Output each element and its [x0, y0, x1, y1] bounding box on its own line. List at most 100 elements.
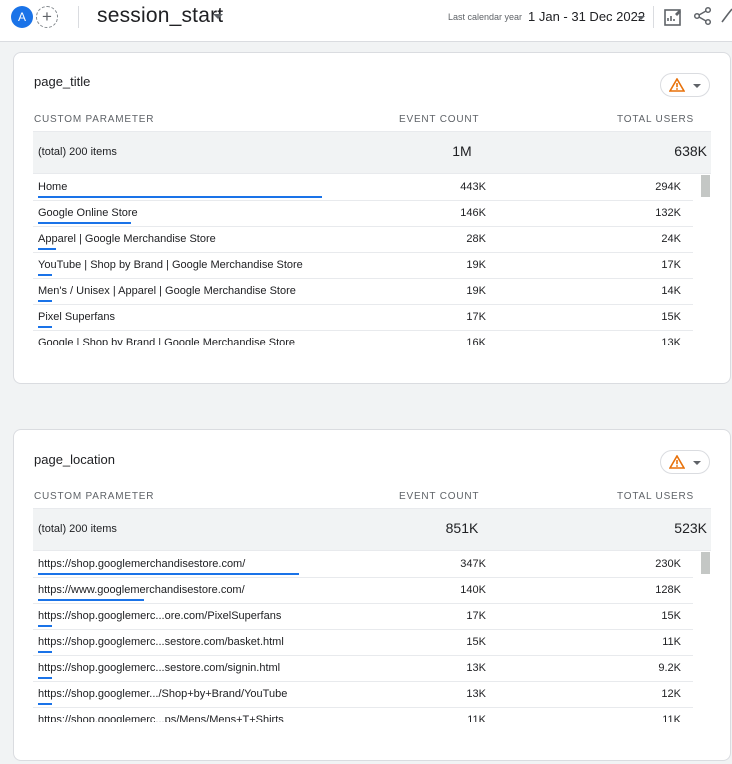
column-header-parameter[interactable]: CUSTOM PARAMETER [34, 114, 154, 125]
table-row[interactable]: https://shop.googlemerc...ps/Mens/Mens+T… [33, 708, 693, 722]
card-title: page_title [34, 74, 91, 89]
chevron-down-icon [693, 84, 701, 88]
row-event-count: 19K [466, 259, 486, 271]
row-label: Apparel | Google Merchandise Store [38, 233, 216, 245]
total-label: (total) 200 items [38, 146, 117, 158]
row-share-bar [38, 677, 52, 679]
row-share-bar [38, 703, 52, 705]
row-total-users: 9.2K [658, 662, 681, 674]
row-event-count: 13K [466, 662, 486, 674]
row-label: https://shop.googlemer.../Shop+by+Brand/… [38, 688, 288, 700]
page-title-card: page_title CUSTOM PARAMETER EVENT COUNT … [13, 52, 731, 384]
event-name-title[interactable]: session_start [97, 4, 223, 28]
row-share-bar [38, 573, 299, 575]
total-event-count: 851K [445, 520, 479, 536]
add-comparison-button[interactable]: + [36, 6, 58, 28]
report-header-bar: A + session_start Last calendar year 1 J… [0, 0, 732, 42]
row-event-count: 13K [466, 688, 486, 700]
date-range-selector[interactable]: 1 Jan - 31 Dec 2022 [528, 9, 645, 24]
column-header-total-users[interactable]: TOTAL USERS [617, 491, 694, 502]
row-label: Men's / Unisex | Apparel | Google Mercha… [38, 285, 296, 297]
warning-icon [669, 455, 685, 469]
column-header-total-users[interactable]: TOTAL USERS [617, 114, 694, 125]
row-total-users: 17K [661, 259, 681, 271]
warning-icon [669, 78, 685, 92]
row-event-count: 16K [466, 337, 486, 345]
scrollbar-thumb[interactable] [701, 552, 710, 574]
total-label: (total) 200 items [38, 523, 117, 535]
row-event-count: 11K [467, 714, 486, 722]
row-event-count: 146K [460, 207, 486, 219]
row-total-users: 13K [661, 337, 681, 345]
row-total-users: 15K [661, 610, 681, 622]
page-location-card: page_location CUSTOM PARAMETER EVENT COU… [13, 429, 731, 761]
date-range-caption[interactable]: Last calendar year [448, 12, 522, 22]
scrollbar-thumb[interactable] [701, 175, 710, 197]
table-row[interactable]: https://shop.googlemerc...ore.com/PixelS… [33, 604, 693, 630]
row-event-count: 19K [466, 285, 486, 297]
insights-icon[interactable] [720, 6, 732, 26]
table-scrollbar[interactable] [701, 175, 710, 345]
table-row[interactable]: https://shop.googlemerc...sestore.com/si… [33, 656, 693, 682]
row-total-users: 12K [661, 688, 681, 700]
column-header-parameter[interactable]: CUSTOM PARAMETER [34, 491, 154, 502]
row-label: https://shop.googlemerc...ps/Mens/Mens+T… [38, 714, 284, 722]
row-event-count: 347K [460, 558, 486, 570]
column-header-event-count[interactable]: EVENT COUNT [399, 491, 479, 502]
row-label: Pixel Superfans [38, 311, 116, 323]
row-total-users: 128K [655, 584, 681, 596]
row-event-count: 140K [460, 584, 486, 596]
row-event-count: 15K [466, 636, 486, 648]
table-row[interactable]: Home 443K 294K [33, 175, 693, 201]
table-row[interactable]: Google Online Store 146K 132K [33, 201, 693, 227]
date-dropdown-caret-icon[interactable] [637, 16, 645, 20]
row-label: https://shop.googlemerc...ore.com/PixelS… [38, 610, 282, 622]
table-header: CUSTOM PARAMETER EVENT COUNT TOTAL USERS [34, 114, 694, 126]
table-row[interactable]: https://shop.googlemerc...sestore.com/ba… [33, 630, 693, 656]
column-header-event-count[interactable]: EVENT COUNT [399, 114, 479, 125]
totals-row: (total) 200 items 1M 638K [33, 131, 711, 174]
table-body[interactable]: Home 443K 294K Google Online Store 146K … [33, 175, 693, 345]
row-event-count: 28K [466, 233, 486, 245]
row-total-users: 132K [655, 207, 681, 219]
data-quality-button[interactable] [660, 450, 710, 474]
row-total-users: 230K [655, 558, 681, 570]
row-share-bar [38, 274, 52, 276]
row-total-users: 15K [661, 311, 681, 323]
totals-row: (total) 200 items 851K 523K [33, 508, 711, 551]
row-event-count: 17K [466, 311, 486, 323]
table-row[interactable]: https://www.googlemerchandisestore.com/ … [33, 578, 693, 604]
table-row[interactable]: https://shop.googlemer.../Shop+by+Brand/… [33, 682, 693, 708]
row-share-bar [38, 625, 52, 627]
row-label: https://shop.googlemerchandisestore.com/ [38, 558, 246, 570]
event-dropdown-caret-icon[interactable] [213, 14, 223, 19]
row-event-count: 443K [460, 181, 486, 193]
row-total-users: 14K [661, 285, 681, 297]
row-label: https://shop.googlemerc...sestore.com/si… [38, 662, 281, 674]
row-label: YouTube | Shop by Brand | Google Merchan… [38, 259, 303, 271]
row-share-bar [38, 196, 322, 198]
row-label: https://shop.googlemerc...sestore.com/ba… [38, 636, 284, 648]
header-divider [78, 6, 79, 28]
chevron-down-icon [693, 461, 701, 465]
table-row[interactable]: https://shop.googlemerchandisestore.com/… [33, 552, 693, 578]
table-scrollbar[interactable] [701, 552, 710, 722]
row-label: Google Online Store [38, 207, 138, 219]
row-label: https://www.googlemerchandisestore.com/ [38, 584, 245, 596]
edit-chart-icon[interactable] [663, 7, 683, 27]
table-row[interactable]: Google | Shop by Brand | Google Merchand… [33, 331, 693, 345]
share-icon[interactable] [693, 6, 713, 26]
table-row[interactable]: Pixel Superfans 17K 15K [33, 305, 693, 331]
row-label: Home [38, 181, 68, 193]
table-body[interactable]: https://shop.googlemerchandisestore.com/… [33, 552, 693, 722]
row-share-bar [38, 326, 52, 328]
table-header: CUSTOM PARAMETER EVENT COUNT TOTAL USERS [34, 491, 694, 503]
table-row[interactable]: Men's / Unisex | Apparel | Google Mercha… [33, 279, 693, 305]
row-total-users: 294K [655, 181, 681, 193]
row-total-users: 11K [662, 636, 681, 648]
table-row[interactable]: Apparel | Google Merchandise Store 28K 2… [33, 227, 693, 253]
all-users-comparison-avatar[interactable]: A [11, 6, 33, 28]
total-users-value: 523K [674, 520, 707, 536]
data-quality-button[interactable] [660, 73, 710, 97]
table-row[interactable]: YouTube | Shop by Brand | Google Merchan… [33, 253, 693, 279]
